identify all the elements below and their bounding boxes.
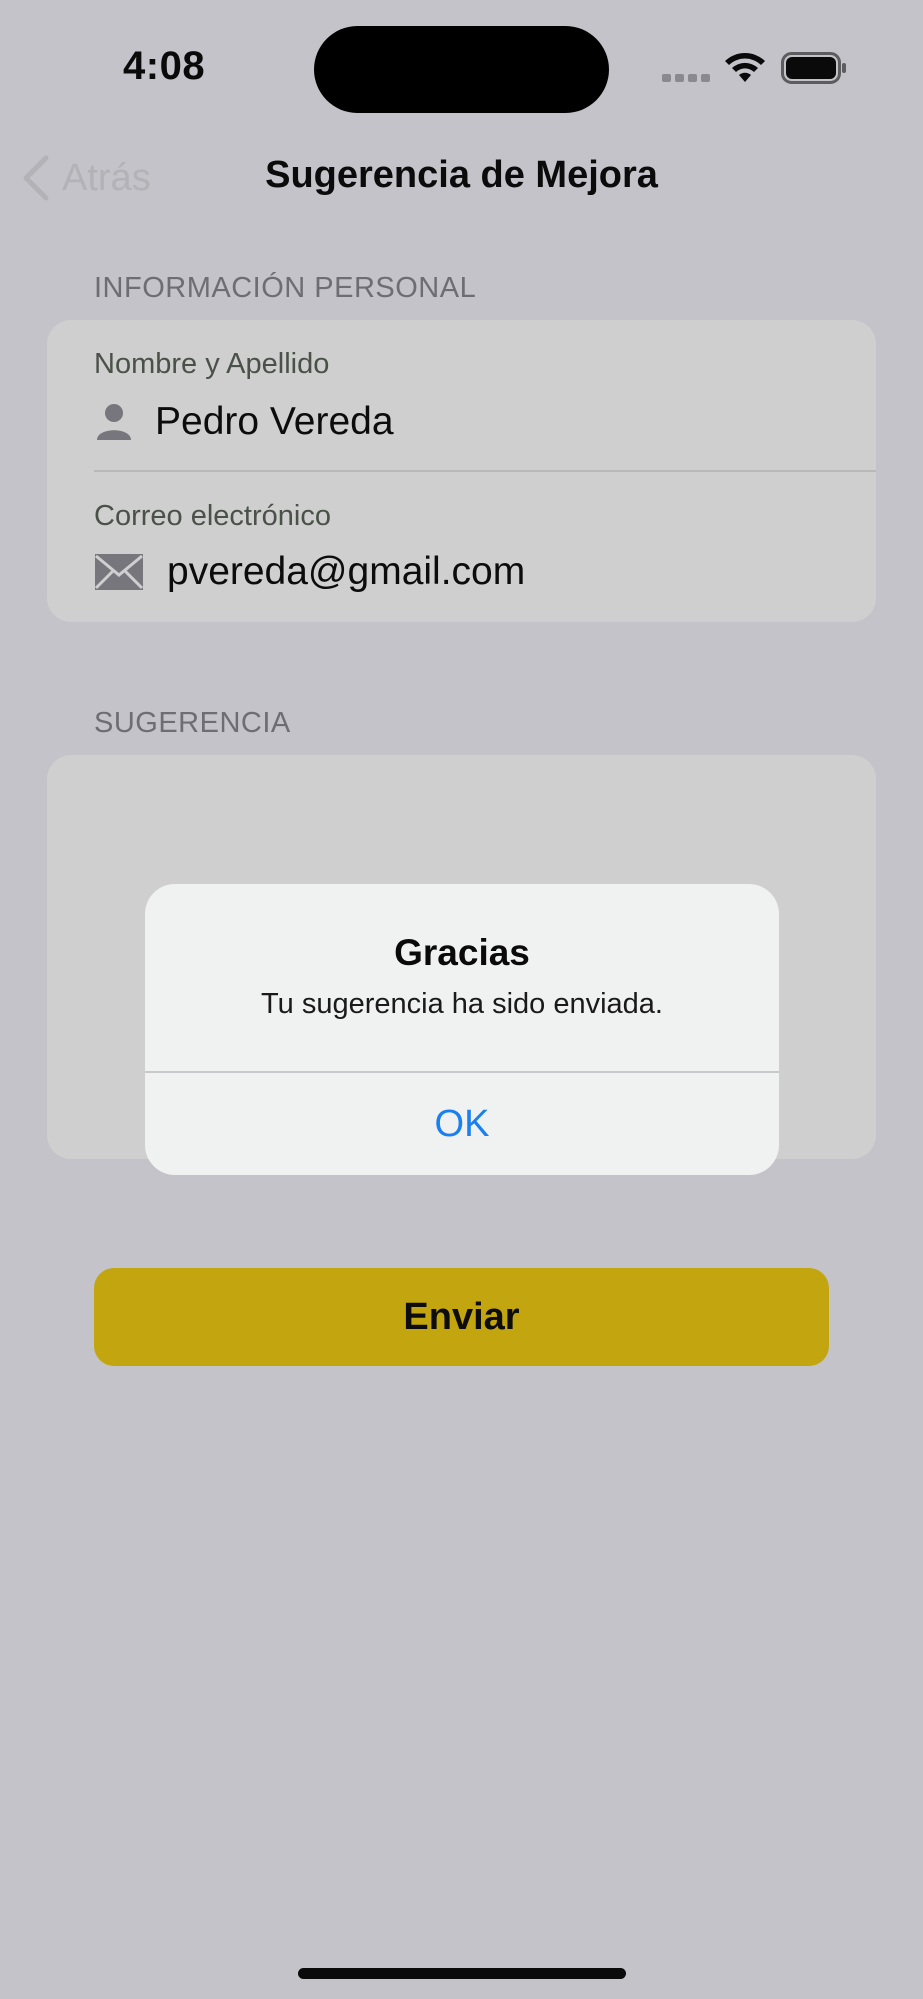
battery-icon <box>781 52 846 84</box>
name-field-label: Nombre y Apellido <box>94 348 330 380</box>
email-value: pvereda@gmail.com <box>167 550 526 593</box>
page-title: Sugerencia de Mejora <box>265 154 658 196</box>
send-button[interactable]: Enviar <box>94 1268 829 1366</box>
alert-message: Tu sugerencia ha sido enviada. <box>261 988 663 1020</box>
status-time: 4:08 <box>123 44 206 88</box>
home-indicator[interactable] <box>298 1968 626 1979</box>
cellular-signal-icon <box>662 74 710 82</box>
name-field[interactable]: Pedro Vereda <box>94 394 394 450</box>
email-field[interactable]: pvereda@gmail.com <box>94 544 525 600</box>
personal-section-header: INFORMACIÓN PERSONAL <box>94 272 477 304</box>
alert-title: Gracias <box>394 932 530 973</box>
suggestion-section-header: SUGERENCIA <box>94 707 291 739</box>
envelope-icon <box>94 554 144 590</box>
alert-ok-button[interactable]: OK <box>145 1073 779 1175</box>
wifi-icon <box>725 53 765 82</box>
alert-dialog: Gracias Tu sugerencia ha sido enviada. O… <box>145 884 779 1175</box>
name-value: Pedro Vereda <box>155 400 394 443</box>
field-divider <box>94 470 876 472</box>
person-icon <box>97 404 131 440</box>
dynamic-island <box>314 26 609 113</box>
suggestion-screen: 4:08 Atrás Sugerencia de Mejora INFORMAC… <box>0 0 923 1999</box>
personal-info-card: Nombre y Apellido Pedro Vereda Correo el… <box>47 320 876 622</box>
email-field-label: Correo electrónico <box>94 500 331 532</box>
